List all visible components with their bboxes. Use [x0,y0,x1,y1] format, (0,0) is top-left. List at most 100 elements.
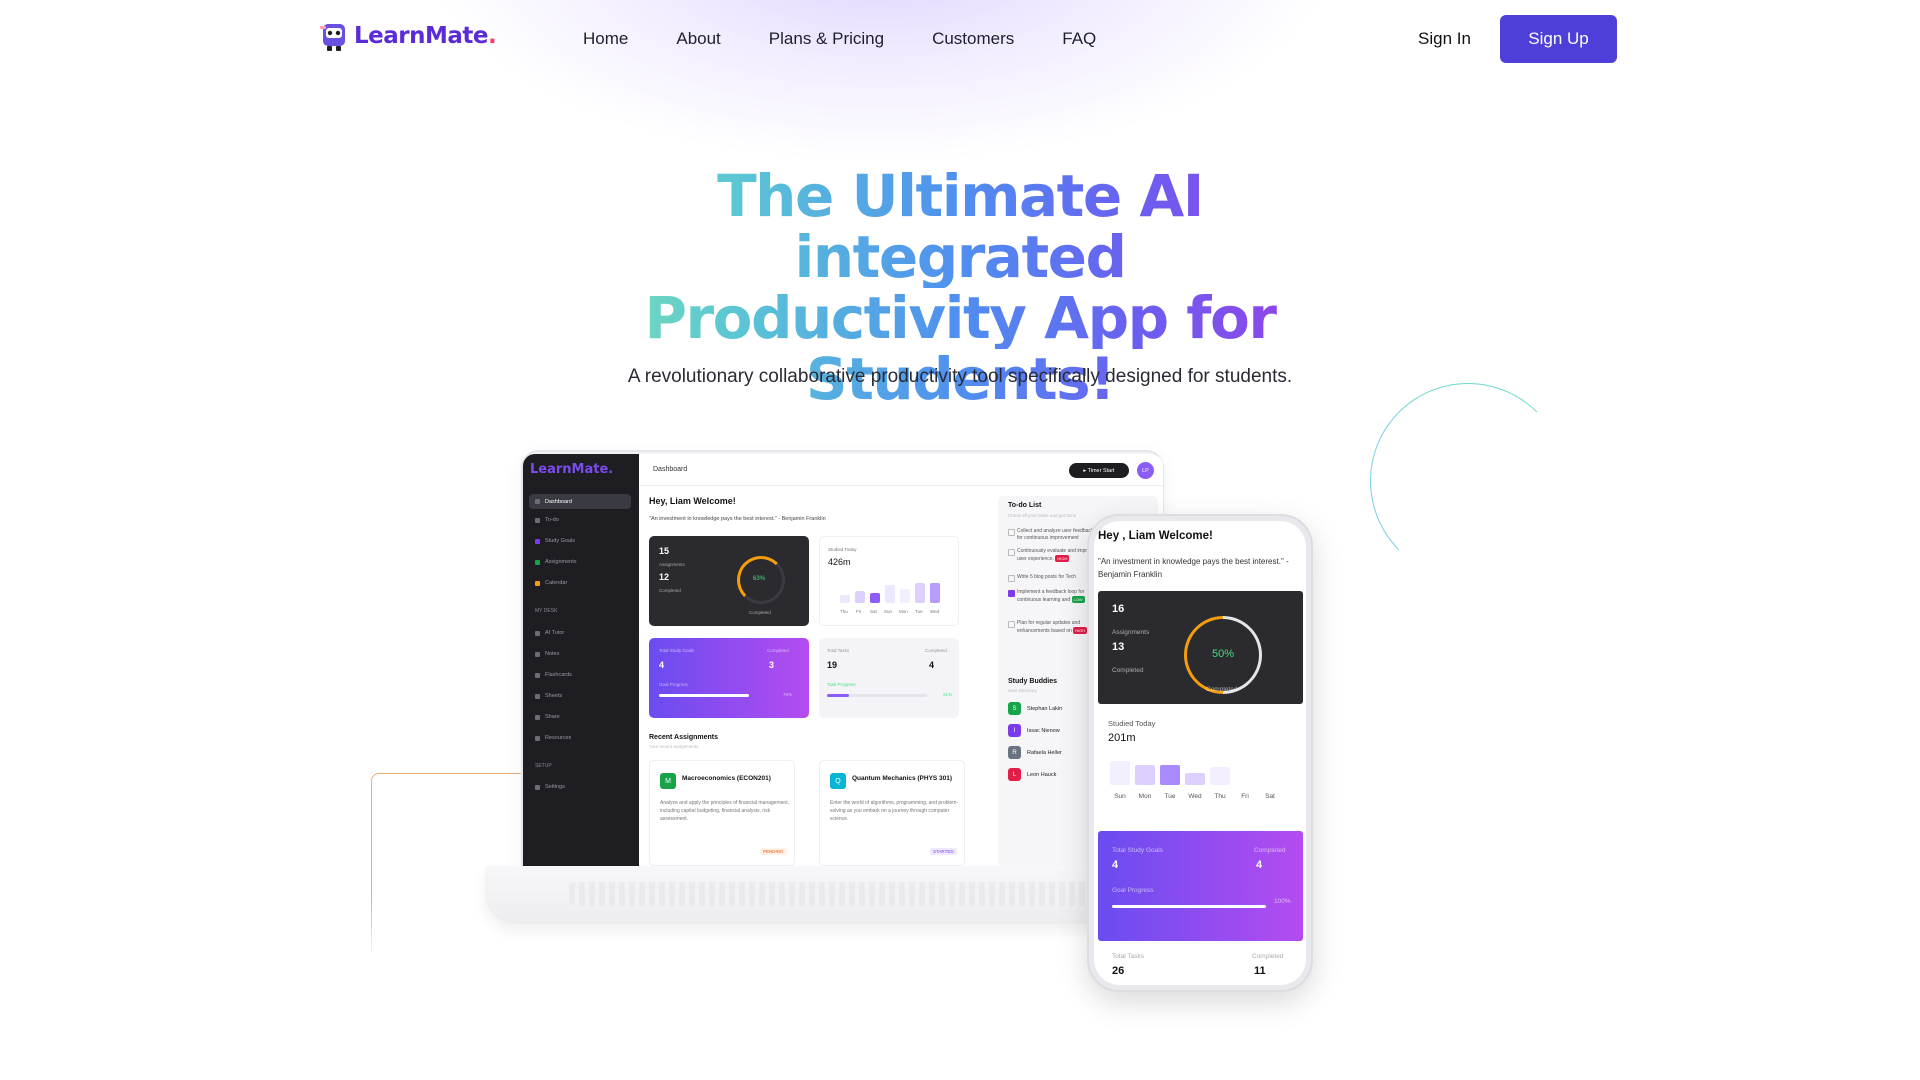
sign-up-button[interactable]: Sign Up [1500,15,1617,63]
day-label: Thu [1214,793,1226,800]
sign-in-link[interactable]: Sign In [1418,29,1471,49]
phone-screen: Hey , Liam Welcome! "An investment in kn… [1094,521,1306,985]
phone-assignments-completed: 13 [1112,641,1125,653]
phone-assignments-card: 16 Assignments 13 Completed 50% Complete… [1098,591,1303,711]
sidebar-item-share: Share [535,714,560,720]
day-label: Fri [1241,793,1249,800]
day-label: Tue [1164,793,1176,800]
phone-goals-label: Total Study Goals [1112,847,1163,854]
tasks-card: Total Tasks Completed 19 4 Task Progress… [819,638,959,718]
nav-customers[interactable]: Customers [932,29,1014,49]
buddy-item: I Issac Nienow [1008,724,1060,737]
todo-item: Plan for regular updates and enhancement… [1008,620,1098,635]
assignment-icon: Q [830,773,846,789]
sidebar-item-dashboard: Dashboard [529,494,631,509]
buddy-avatar: S [1008,702,1021,715]
nav-home[interactable]: Home [583,29,628,49]
nav-about[interactable]: About [676,29,720,49]
nav-faq[interactable]: FAQ [1062,29,1096,49]
chart-bar [1160,765,1180,785]
chart-bar [885,585,895,603]
sidebar-item-todo: To-do [535,517,559,523]
target-icon [535,538,540,544]
study-goals-card: Total Study Goals Completed 4 3 Goal Pro… [649,638,809,718]
day-label: Mon [1138,793,1152,800]
chart-bar [1135,765,1155,785]
phone-welcome: Hey , Liam Welcome! [1098,530,1213,542]
phone-tasks-completed: 11 [1254,965,1266,977]
goals-value: 4 [659,660,665,670]
day-label: Sat [1265,793,1275,800]
priority-badge: HIGH [1055,555,1070,562]
sidebar-heading-setup: SETUP [535,763,552,769]
assignment-title: Quantum Mechanics (PHYS 301) [852,775,953,782]
phone-study-goals-card: Total Study Goals Completed 4 4 Goal Pro… [1098,831,1303,941]
phone-goals-value: 4 [1112,859,1119,871]
studied-today-card: Studied Today 426m Thu Fri Sat Sun Mon T… [819,536,959,626]
chart-bar [855,591,865,603]
buddy-item: L Leon Hauck [1008,768,1056,781]
study-buddies-subtitle: User Directory [1008,688,1037,693]
phone-ring-caption: Completed [1206,686,1238,693]
phone-tasks-label: Total Tasks [1112,953,1145,960]
task-progress-label: Task Progress [827,682,856,687]
buddy-item: S Stephan Lakin [1008,702,1062,715]
day-label: Mon [899,609,908,614]
gear-icon [535,784,540,790]
assignments-percent: 63% [753,576,766,582]
top-navbar: LearnMate. Home About Plans & Pricing Cu… [0,0,1920,78]
chart-bar [1210,767,1230,785]
chart-bar [870,593,880,603]
todo-item: Implement a feedback loop for continuous… [1008,589,1098,604]
assignments-completed-label: Completed [659,588,681,593]
assignment-card: M Macroeconomics (ECON201) Analyze and a… [649,760,795,866]
sidebar-item-study-goals: Study Goals [535,538,575,544]
phone-goal-progress-percent: 100% [1274,898,1291,905]
priority-badge: HIGH [1073,627,1088,634]
day-label: Sat [870,609,877,614]
goal-progress-bar [659,694,749,697]
sidebar-item-assignments: Assignments [535,559,577,565]
clipboard-icon [535,559,540,565]
sidebar-item-settings: Settings [535,784,565,790]
task-progress-percent: 21% [943,692,953,697]
goals-completed-label: Completed [767,648,789,653]
calendar-icon [535,580,540,586]
chart-bar [1185,773,1205,785]
tasks-completed: 4 [929,660,935,670]
todo-item: Collect and analyze user feedback for co… [1008,528,1098,542]
day-label: Tue [915,609,923,614]
sidebar-item-notes: Notes [535,651,559,657]
note-icon [535,651,540,657]
phone-assignments-percent: 50% [1212,648,1235,660]
studied-label: Studied Today [828,547,857,552]
ring-caption: Completed [749,610,771,615]
logo[interactable]: LearnMate. [318,20,497,52]
assignments-total: 15 [659,546,670,556]
nav-plans-pricing[interactable]: Plans & Pricing [769,29,884,49]
day-label: Fri [856,609,862,614]
assignment-title: Macroeconomics (ECON201) [682,775,771,782]
sidebar-item-calendar: Calendar [535,580,567,586]
sidebar-item-flashcards: Flashcards [535,672,572,678]
buddy-avatar: R [1008,746,1021,759]
chart-bar [915,583,925,603]
phone-quote: "An investment in knowledge pays the bes… [1098,557,1289,579]
cards-icon [535,672,540,678]
phone-goals-completed-label: Completed [1254,847,1286,854]
chart-bar [900,589,910,603]
assignment-status-badge: STARTED [930,848,957,855]
avatar: LP [1137,462,1154,479]
buddy-avatar: I [1008,724,1021,737]
phone-goal-progress-label: Goal Progress [1112,887,1154,894]
assignment-desc: Analyze and apply the principles of fina… [660,800,789,822]
assignment-desc: Enter the world of algorithms, programmi… [830,800,959,822]
phone-tasks-value: 26 [1112,965,1125,977]
assignments-label: Assignments [659,562,685,567]
priority-badge: LOW [1071,596,1085,603]
studied-value: 426m [828,557,851,567]
goals-label: Total Study Goals [659,648,695,653]
share-icon [535,714,540,720]
app-topbar: Dashboard ▸ Timer Start LP [639,454,1163,486]
assignment-card: Q Quantum Mechanics (PHYS 301) Enter the… [819,760,965,866]
